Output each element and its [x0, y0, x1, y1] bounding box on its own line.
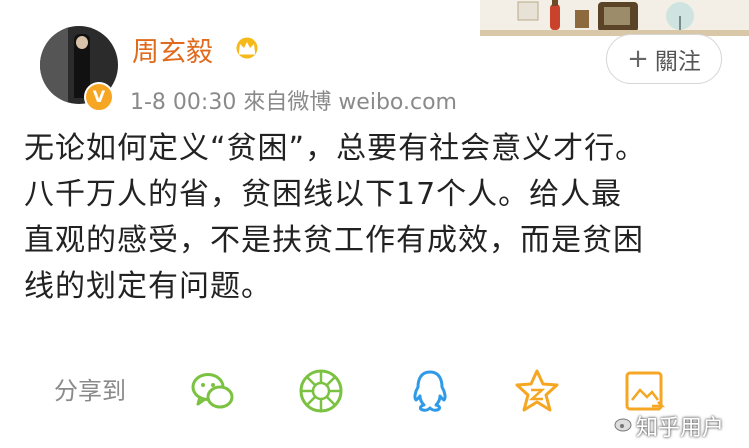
share-label: 分享到 — [54, 377, 126, 405]
moments-icon[interactable] — [298, 368, 344, 414]
avatar-face — [76, 36, 88, 49]
watermark-text: 知乎用户 — [636, 416, 725, 441]
watermark: 知乎用户 — [614, 410, 725, 442]
follow-button[interactable]: + 關注 — [606, 34, 722, 84]
post-line: 直观的感受，不是扶贫工作有成效，而是贫困 — [24, 223, 644, 258]
decoration-illustration — [480, 0, 749, 36]
weibo-logo-icon — [614, 418, 632, 432]
qzone-icon[interactable] — [514, 368, 560, 414]
header-decoration — [480, 0, 749, 36]
post-meta: 1-8 00:30 來自微博 weibo.com — [130, 90, 457, 115]
qq-icon[interactable] — [407, 368, 453, 414]
username[interactable]: 周玄毅 — [132, 30, 213, 69]
plus-icon: + — [627, 44, 649, 74]
vip-crown-icon — [236, 37, 258, 59]
verified-badge-icon: V — [84, 82, 114, 112]
post-line: 八千万人的省，贫困线以下17个人。给人最 — [24, 177, 623, 212]
avatar-background — [40, 26, 68, 104]
follow-label: 關注 — [654, 49, 701, 75]
wechat-icon[interactable] — [190, 368, 236, 414]
post-line: 线的划定有问题。 — [24, 269, 272, 304]
post-line: 无论如何定义“贫困”，总要有社会意义才行。 — [24, 131, 647, 166]
image-share-icon[interactable] — [622, 368, 668, 414]
post-body: 无论如何定义“贫困”，总要有社会意义才行。 八千万人的省，贫困线以下17个人。给… — [24, 126, 724, 310]
